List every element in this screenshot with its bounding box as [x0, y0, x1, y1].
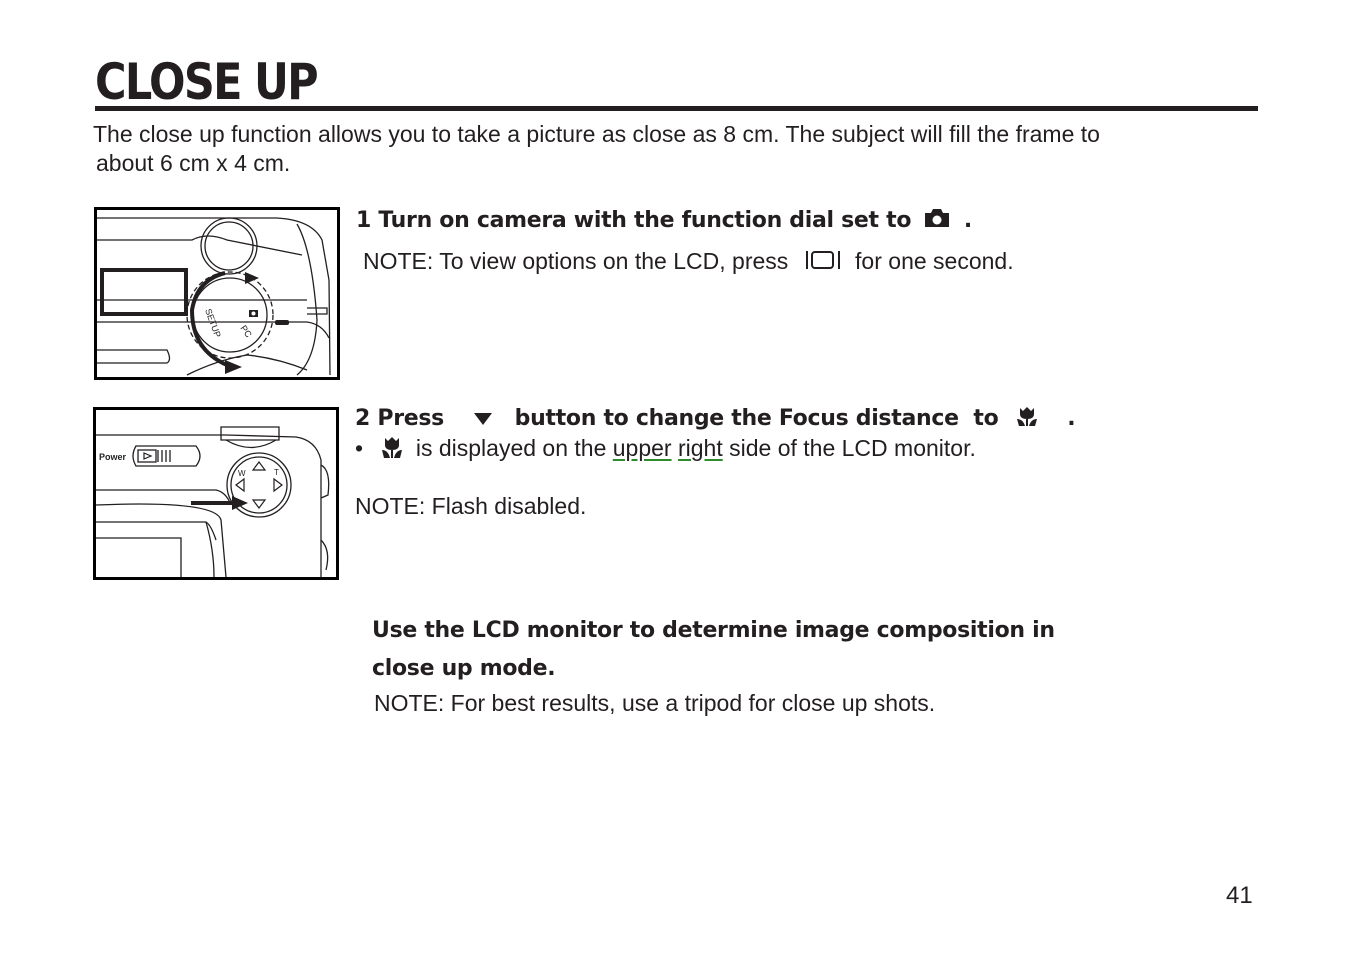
step-1-heading: 1 Turn on camera with the function dial …	[356, 208, 972, 234]
step-1-note-prefix: NOTE: To view options on the LCD, press	[363, 248, 789, 274]
page-number: 41	[1226, 882, 1253, 909]
step-1-note-suffix: for one second.	[855, 248, 1014, 274]
step-3-heading-line-1: Use the LCD monitor to determine image c…	[372, 618, 1055, 643]
camera-dial-illustration: SETUP PC	[97, 217, 331, 376]
macro-tulip-icon	[1016, 405, 1038, 433]
camera-back-illustration: Power W T	[96, 426, 330, 577]
intro-line-2: about 6 cm x 4 cm.	[96, 150, 291, 176]
intro-line-1: The close up function allows you to take…	[93, 121, 1100, 147]
power-label: Power	[99, 452, 127, 462]
step-2-heading-prefix: 2 Press	[355, 406, 444, 431]
figure-camera-dial: SETUP PC	[94, 207, 340, 380]
step-2-heading: 2 Press button to change the Focus dista…	[355, 405, 1076, 433]
display-button-icon	[805, 249, 841, 277]
step-3-heading-line-2: close up mode.	[372, 656, 556, 681]
t-label: T	[274, 468, 279, 477]
w-label: W	[238, 469, 246, 478]
down-arrow-icon	[473, 407, 493, 432]
step-2-bullet: • is displayed on the upper right side o…	[355, 435, 976, 465]
bullet-text-start: is displayed on the	[415, 435, 607, 462]
intro-paragraph: The close up function allows you to take…	[93, 120, 1253, 178]
step-2-heading-text: button to change the Focus distance to	[514, 406, 999, 431]
bullet-text-end: side of the LCD monitor.	[729, 435, 976, 462]
bullet-word-upper: upper	[612, 435, 672, 462]
title-rule	[95, 106, 1258, 111]
bullet-word-right: right	[677, 435, 723, 462]
bullet-marker: •	[355, 435, 364, 462]
step-2-heading-period: .	[1067, 406, 1076, 431]
step-3-heading: Use the LCD monitor to determine image c…	[372, 612, 1055, 688]
macro-tulip-icon	[381, 435, 403, 465]
step-3-note: NOTE: For best results, use a tripod for…	[374, 690, 936, 716]
step-1-note: NOTE: To view options on the LCD, press …	[363, 248, 1014, 277]
page-title: CLOSE UP	[95, 53, 319, 111]
camera-icon	[923, 208, 951, 234]
dial-label-setup: SETUP	[203, 307, 223, 339]
step-1-heading-period: .	[963, 208, 972, 233]
dial-label-pc: PC	[238, 323, 254, 339]
figure-camera-back: Power W T	[93, 407, 339, 580]
step-2-note: NOTE: Flash disabled.	[355, 493, 587, 519]
step-1-heading-text: 1 Turn on camera with the function dial …	[356, 208, 912, 233]
